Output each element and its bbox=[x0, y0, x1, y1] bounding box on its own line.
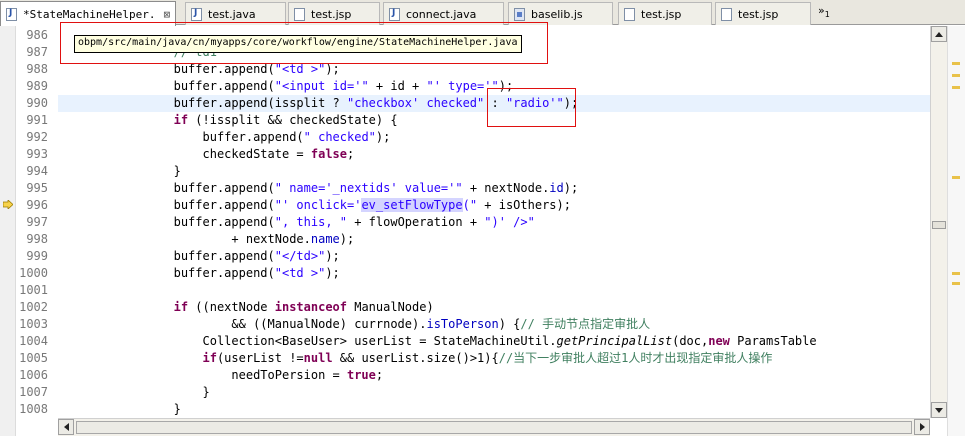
line-number: 995 bbox=[26, 181, 48, 195]
line-number: 1007 bbox=[19, 385, 48, 399]
annotation-box-tooltip bbox=[60, 22, 548, 64]
horizontal-scroll-thumb[interactable] bbox=[76, 421, 912, 434]
scroll-thumb[interactable] bbox=[932, 221, 946, 229]
code-line[interactable]: needToPersion = true; bbox=[58, 367, 383, 384]
code-line[interactable]: + nextNode.name); bbox=[58, 231, 354, 248]
line-number: 1005 bbox=[19, 351, 48, 365]
scroll-right-button[interactable] bbox=[914, 419, 930, 435]
line-number: 987 bbox=[26, 45, 48, 59]
code-line[interactable]: buffer.append("<td >"); bbox=[58, 265, 340, 282]
line-number: 994 bbox=[26, 164, 48, 178]
close-tab-icon[interactable]: ⊠ bbox=[163, 8, 170, 21]
code-line[interactable]: && ((ManualNode) currnode).isToPerson) {… bbox=[58, 316, 650, 333]
horizontal-scrollbar[interactable] bbox=[58, 418, 930, 436]
jsp-file-icon bbox=[721, 7, 732, 21]
chevron-down-icon bbox=[935, 407, 943, 413]
line-number: 998 bbox=[26, 232, 48, 246]
chevron-left-icon bbox=[63, 423, 69, 431]
line-number: 1004 bbox=[19, 334, 48, 348]
line-number: 989 bbox=[26, 79, 48, 93]
chevron-right-icon bbox=[919, 423, 925, 431]
code-line[interactable]: if(userList !=null && userList.size()>1)… bbox=[58, 350, 773, 367]
line-number: 1008 bbox=[19, 402, 48, 416]
code-line[interactable]: Collection<BaseUser> userList = StateMac… bbox=[58, 333, 816, 350]
tab-label: test.jsp bbox=[311, 7, 352, 21]
jsp-file-icon bbox=[294, 7, 305, 21]
code-line[interactable]: buffer.append("<input id='" + id + "' ty… bbox=[58, 78, 514, 95]
line-number: 1001 bbox=[19, 283, 48, 297]
tab-test-jsp-2[interactable]: test.jsp bbox=[618, 2, 712, 25]
line-number: 997 bbox=[26, 215, 48, 229]
tab-test-jsp-3[interactable]: test.jsp bbox=[715, 2, 811, 25]
line-number: 1003 bbox=[19, 317, 48, 331]
code-line[interactable]: buffer.append("</td>"); bbox=[58, 248, 340, 265]
occurrence-marker[interactable] bbox=[952, 74, 960, 77]
occurrence-marker[interactable] bbox=[952, 62, 960, 65]
java-file-icon bbox=[6, 7, 17, 21]
line-number: 1002 bbox=[19, 300, 48, 314]
code-line[interactable]: if (!issplit && checkedState) { bbox=[58, 112, 398, 129]
occurrence-marker[interactable] bbox=[952, 176, 960, 179]
line-number: 1000 bbox=[19, 266, 48, 280]
jsp-file-icon bbox=[624, 7, 635, 21]
more-tabs-count: 1 bbox=[824, 10, 830, 20]
code-line[interactable]: buffer.append(", this, " + flowOperation… bbox=[58, 214, 535, 231]
code-line[interactable]: buffer.append(" name='_nextids' value='"… bbox=[58, 180, 579, 197]
code-line[interactable]: if ((nextNode instanceof ManualNode) bbox=[58, 299, 434, 316]
tab-label: test.jsp bbox=[641, 7, 682, 21]
java-file-icon bbox=[389, 7, 400, 21]
overview-ruler[interactable] bbox=[947, 26, 965, 436]
scroll-up-button[interactable] bbox=[931, 26, 947, 42]
line-number: 991 bbox=[26, 113, 48, 127]
line-number: 996 bbox=[26, 198, 48, 212]
scroll-down-button[interactable] bbox=[931, 402, 947, 418]
line-number: 986 bbox=[26, 28, 48, 42]
code-line[interactable]: } bbox=[58, 384, 209, 401]
code-line[interactable]: buffer.append(" checked"); bbox=[58, 129, 390, 146]
tab-label: *StateMachineHelper. bbox=[23, 7, 156, 21]
code-line[interactable]: buffer.append("' onclick='ev_setFlowType… bbox=[58, 197, 571, 214]
line-number: 992 bbox=[26, 130, 48, 144]
js-file-icon bbox=[514, 7, 525, 21]
line-number: 990 bbox=[26, 96, 48, 110]
tab-label: baselib.js bbox=[531, 7, 583, 21]
debug-arrow-icon bbox=[3, 200, 13, 209]
line-number: 1006 bbox=[19, 368, 48, 382]
java-file-icon bbox=[191, 7, 202, 21]
tab-label: connect.java bbox=[406, 7, 477, 21]
chevron-up-icon bbox=[935, 31, 943, 37]
tab-label: test.jsp bbox=[738, 7, 779, 21]
code-line[interactable]: } bbox=[58, 401, 181, 418]
more-tabs-icon: » bbox=[818, 4, 825, 17]
occurrence-marker[interactable] bbox=[952, 282, 960, 285]
annotation-box-checked bbox=[487, 88, 576, 127]
code-line[interactable]: checkedState = false; bbox=[58, 146, 354, 163]
more-tabs-button[interactable]: »1 bbox=[818, 4, 830, 19]
line-number: 993 bbox=[26, 147, 48, 161]
scroll-left-button[interactable] bbox=[58, 419, 74, 435]
line-number-gutter: 986 987 988 989 990 991 992 993 994 995 996 997 998 9… bbox=[16, 26, 58, 436]
line-number: 988 bbox=[26, 62, 48, 76]
occurrence-marker[interactable] bbox=[952, 86, 960, 89]
line-number: 999 bbox=[26, 249, 48, 263]
code-line[interactable]: } bbox=[58, 163, 181, 180]
tab-label: test.java bbox=[208, 7, 256, 21]
annotation-ruler[interactable] bbox=[0, 26, 16, 436]
vertical-scrollbar[interactable] bbox=[930, 26, 947, 418]
occurrence-marker[interactable] bbox=[952, 272, 960, 275]
code-editor[interactable]: 986 987 988 989 990 991 992 993 994 995 996 997 998 9… bbox=[0, 26, 965, 436]
